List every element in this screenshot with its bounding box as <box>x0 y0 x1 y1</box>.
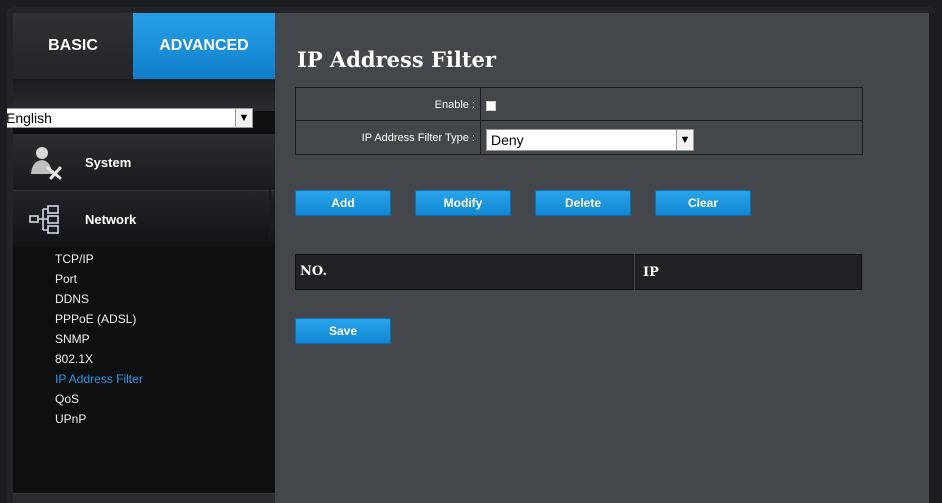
tab-advanced[interactable]: ADVANCED <box>133 13 275 79</box>
sidebar-item-8021x[interactable]: 802.1X <box>13 349 275 369</box>
menu-system-label: System <box>85 154 132 170</box>
enable-checkbox[interactable] <box>486 101 496 111</box>
menu-system[interactable]: System <box>13 134 275 191</box>
sidebar-item-snmp[interactable]: SNMP <box>13 329 275 349</box>
network-submenu: TCP/IP Port DDNS PPPoE (ADSL) SNMP 802.1… <box>13 249 275 429</box>
chevron-down-icon[interactable]: ▼ <box>676 129 693 150</box>
language-bar <box>13 79 275 111</box>
tab-basic[interactable]: BASIC <box>13 13 133 79</box>
language-select[interactable]: English ▼ <box>7 108 253 128</box>
column-header-ip: IP <box>643 264 659 280</box>
sidebar-item-tcpip[interactable]: TCP/IP <box>13 249 275 269</box>
mode-tabs: BASIC ADVANCED <box>13 13 275 79</box>
right-edge <box>929 13 935 503</box>
menu-network[interactable]: Network <box>13 191 275 247</box>
sidebar-item-port[interactable]: Port <box>13 269 275 289</box>
chevron-down-icon[interactable]: ▼ <box>235 109 252 127</box>
language-select-value: English <box>7 110 52 126</box>
sidebar-next-section <box>13 493 275 503</box>
sidebar-item-ip-address-filter[interactable]: IP Address Filter <box>13 369 275 389</box>
network-tree-icon <box>25 199 65 239</box>
save-button[interactable]: Save <box>295 318 391 344</box>
app-frame: BASIC ADVANCED System Network TCP/IP Por… <box>7 7 935 503</box>
sidebar-item-pppoe[interactable]: PPPoE (ADSL) <box>13 309 275 329</box>
main-panel: IP Address Filter Enable : IP Address Fi… <box>275 13 929 503</box>
sidebar-item-upnp[interactable]: UPnP <box>13 409 275 429</box>
filter-settings-form: Enable : IP Address Filter Type : Deny ▼ <box>295 87 863 155</box>
system-admin-icon <box>25 142 65 182</box>
sidebar-item-qos[interactable]: QoS <box>13 389 275 409</box>
add-button[interactable]: Add <box>295 190 391 216</box>
ip-list-header: NO. IP <box>295 254 862 290</box>
filter-type-select[interactable]: Deny ▼ <box>486 128 694 151</box>
filter-type-label: IP Address Filter Type : <box>296 121 481 154</box>
column-header-no: NO. <box>296 254 635 290</box>
enable-label: Enable : <box>296 88 481 120</box>
sidebar: BASIC ADVANCED System Network TCP/IP Por… <box>13 13 275 503</box>
delete-button[interactable]: Delete <box>535 190 631 216</box>
menu-network-label: Network <box>85 211 137 227</box>
modify-button[interactable]: Modify <box>415 190 511 216</box>
page-title: IP Address Filter <box>297 47 496 72</box>
sidebar-item-ddns[interactable]: DDNS <box>13 289 275 309</box>
enable-row: Enable : <box>295 87 863 121</box>
clear-button[interactable]: Clear <box>655 190 751 216</box>
filter-type-value: Deny <box>491 131 524 148</box>
filter-type-row: IP Address Filter Type : Deny ▼ <box>295 121 863 155</box>
